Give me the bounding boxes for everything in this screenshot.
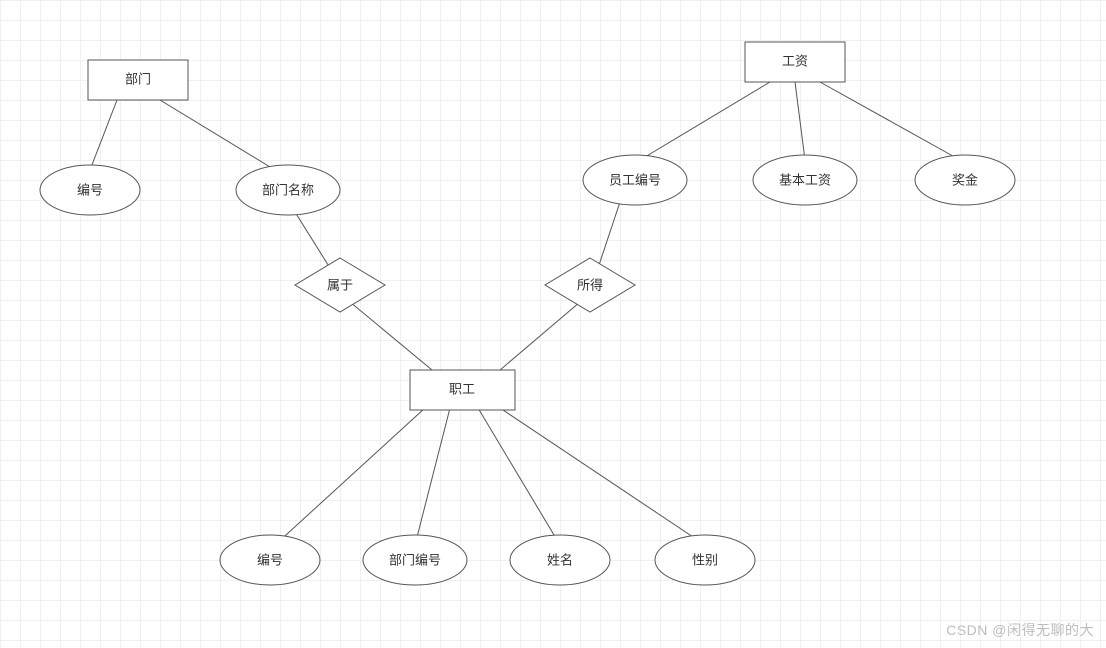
attr-emp-id-label: 编号: [257, 552, 283, 567]
er-diagram-canvas: 部门 工资 职工 属于 所得 编号 部门名称 员工编号 基本工资 奖金: [0, 0, 1106, 648]
edge-dept-name: [160, 100, 275, 170]
attr-salary-empid-label: 员工编号: [609, 172, 661, 187]
edge-salary-bonus: [820, 82, 960, 160]
attr-dept-id: 编号: [40, 165, 140, 215]
edge-belongs-employee: [350, 302, 432, 370]
entity-salary-label: 工资: [782, 53, 808, 68]
attr-bonus: 奖金: [915, 155, 1015, 205]
entity-department-label: 部门: [125, 71, 151, 86]
edge-emp-name: [478, 408, 560, 545]
edge-empid-earns: [598, 202, 620, 268]
attr-emp-gender-label: 性别: [692, 552, 718, 567]
attr-dept-id-label: 编号: [77, 182, 103, 197]
edge-salary-base: [795, 82, 805, 160]
attr-base-salary-label: 基本工资: [779, 172, 831, 187]
attr-dept-name-label: 部门名称: [262, 182, 314, 197]
entity-department: 部门: [88, 60, 188, 100]
attr-emp-deptid: 部门编号: [363, 535, 467, 585]
attr-emp-id: 编号: [220, 535, 320, 585]
watermark-text: CSDN @闲得无聊的大: [946, 620, 1094, 640]
entity-salary: 工资: [745, 42, 845, 82]
edge-emp-id: [275, 408, 425, 545]
edge-deptname-belongs: [295, 212, 330, 268]
attr-salary-empid: 员工编号: [583, 155, 687, 205]
edge-emp-deptid: [415, 408, 450, 545]
relationship-earns-label: 所得: [577, 277, 603, 292]
edge-dept-id: [90, 100, 117, 170]
attr-dept-name: 部门名称: [236, 165, 340, 215]
relationship-belongs-to-label: 属于: [327, 277, 353, 292]
attr-base-salary: 基本工资: [753, 155, 857, 205]
edge-emp-gender: [500, 408, 705, 545]
attr-emp-gender: 性别: [655, 535, 755, 585]
edge-salary-empid: [640, 82, 770, 160]
entity-employee: 职工: [410, 370, 515, 410]
relationship-earns: 所得: [545, 258, 635, 312]
attr-emp-name: 姓名: [510, 535, 610, 585]
attr-emp-name-label: 姓名: [547, 552, 573, 567]
attr-bonus-label: 奖金: [952, 172, 978, 187]
edge-earns-employee: [500, 302, 580, 370]
attr-emp-deptid-label: 部门编号: [389, 552, 441, 567]
relationship-belongs-to: 属于: [295, 258, 385, 312]
entity-employee-label: 职工: [449, 381, 475, 396]
edges: [90, 82, 960, 545]
